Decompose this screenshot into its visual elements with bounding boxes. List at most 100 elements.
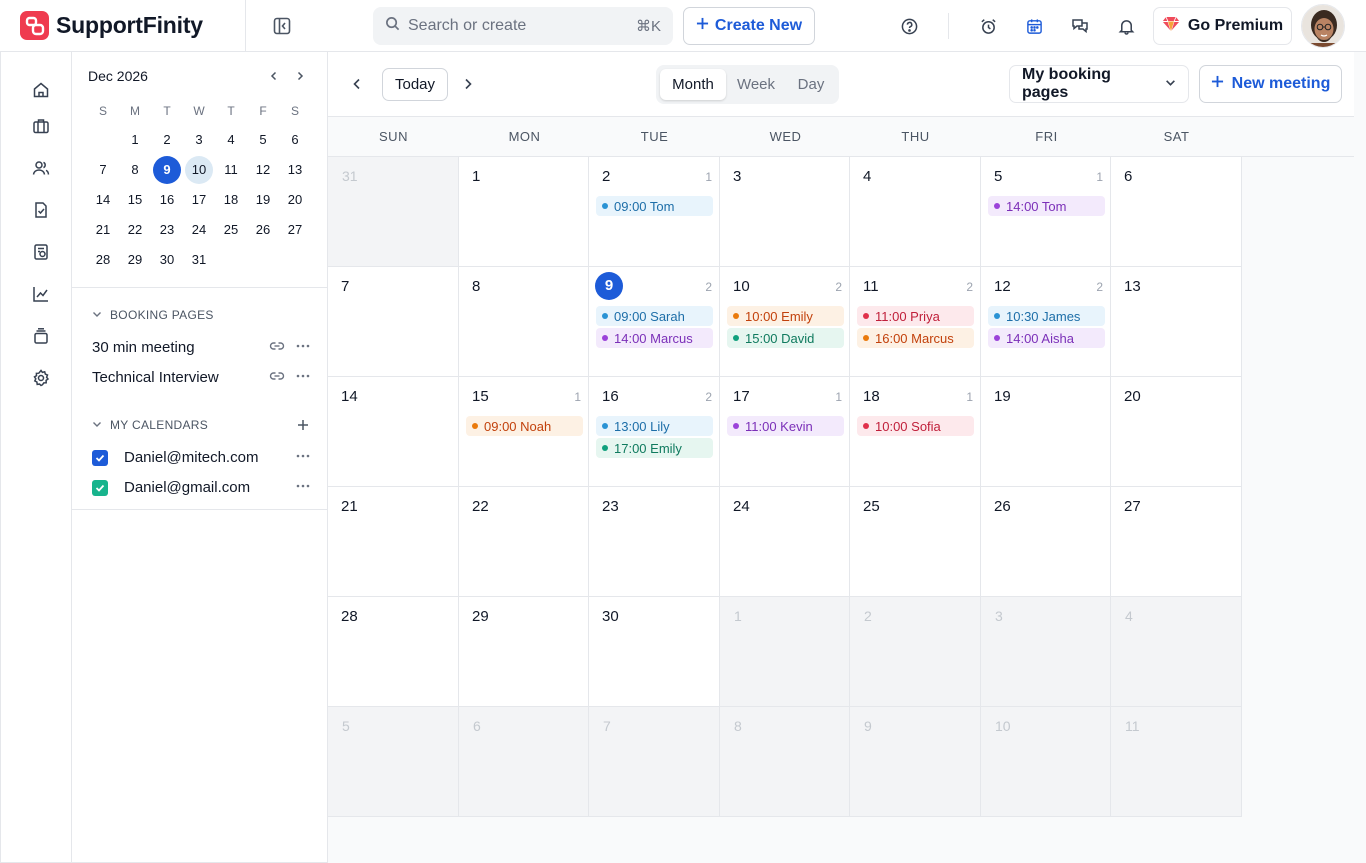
mini-calendar-day[interactable]: 4: [217, 126, 245, 154]
alarm-clock-icon[interactable]: [976, 14, 1000, 38]
more-icon[interactable]: [294, 367, 312, 385]
day-cell[interactable]: 9: [850, 707, 981, 817]
day-cell[interactable]: 22: [459, 487, 589, 597]
day-cell[interactable]: 13: [1111, 267, 1242, 377]
day-cell[interactable]: 11: [1111, 707, 1242, 817]
inbox-icon[interactable]: [30, 325, 52, 347]
booking-pages-dropdown[interactable]: My booking pages: [1009, 65, 1189, 103]
day-cell[interactable]: 23: [589, 487, 720, 597]
day-cell[interactable]: 1: [459, 157, 589, 267]
day-cell[interactable]: 26: [981, 487, 1111, 597]
event-chip[interactable]: 14:00 Aisha: [988, 328, 1105, 348]
report-icon[interactable]: [30, 241, 52, 263]
home-icon[interactable]: [30, 79, 52, 101]
more-icon[interactable]: [294, 477, 312, 495]
mini-calendar-day[interactable]: 18: [217, 186, 245, 214]
day-cell[interactable]: 29: [459, 597, 589, 707]
mini-calendar-day[interactable]: 27: [281, 216, 309, 244]
day-cell[interactable]: 10: [981, 707, 1111, 817]
view-week-tab[interactable]: Week: [726, 69, 786, 100]
today-button[interactable]: Today: [382, 68, 448, 101]
mini-calendar-day[interactable]: 6: [281, 126, 309, 154]
event-chip[interactable]: 17:00 Emily: [596, 438, 713, 458]
booking-pages-header[interactable]: BOOKING PAGES: [92, 308, 214, 322]
more-icon[interactable]: [294, 337, 312, 355]
event-chip[interactable]: 14:00 Tom: [988, 196, 1105, 216]
search-bar[interactable]: ⌘K: [373, 7, 673, 45]
day-cell[interactable]: 2: [850, 597, 981, 707]
mini-calendar-day[interactable]: 15: [121, 186, 149, 214]
day-cell[interactable]: 14: [328, 377, 459, 487]
mini-calendar-prev-icon[interactable]: [265, 67, 283, 85]
mini-calendar-day[interactable]: 31: [185, 246, 213, 274]
day-cell[interactable]: 28: [328, 597, 459, 707]
help-icon[interactable]: [897, 14, 921, 38]
calendar-checkbox[interactable]: [92, 449, 108, 466]
day-cell[interactable]: 30: [589, 597, 720, 707]
event-chip[interactable]: 11:00 Kevin: [727, 416, 844, 436]
day-cell[interactable]: 15 1 09:00 Noah: [459, 377, 589, 487]
mini-calendar-day[interactable]: 28: [89, 246, 117, 274]
next-month-icon[interactable]: [458, 74, 478, 94]
event-chip[interactable]: 10:00 Emily: [727, 306, 844, 326]
avatar[interactable]: [1301, 4, 1345, 48]
mini-calendar-day[interactable]: 29: [121, 246, 149, 274]
mini-calendar-day[interactable]: 16: [153, 186, 181, 214]
event-chip[interactable]: 11:00 Priya: [857, 306, 974, 326]
mini-calendar-day[interactable]: 3: [185, 126, 213, 154]
event-chip[interactable]: 16:00 Marcus: [857, 328, 974, 348]
event-chip[interactable]: 10:00 Sofia: [857, 416, 974, 436]
mini-calendar-day[interactable]: 7: [89, 156, 117, 184]
link-icon[interactable]: [268, 367, 286, 385]
mini-calendar-day[interactable]: 20: [281, 186, 309, 214]
day-cell[interactable]: 6: [1111, 157, 1242, 267]
bell-icon[interactable]: [1114, 14, 1138, 38]
day-cell[interactable]: 4: [1111, 597, 1242, 707]
mini-calendar-day[interactable]: 11: [217, 156, 245, 184]
day-cell[interactable]: 11 2 11:00 Priya 16:00 Marcus: [850, 267, 981, 377]
mini-calendar-day[interactable]: 24: [185, 216, 213, 244]
day-cell[interactable]: 9 2 09:00 Sarah 14:00 Marcus: [589, 267, 720, 377]
document-icon[interactable]: [30, 199, 52, 221]
day-cell[interactable]: 2 1 09:00 Tom: [589, 157, 720, 267]
day-cell[interactable]: 24: [720, 487, 850, 597]
day-cell[interactable]: 10 2 10:00 Emily 15:00 David: [720, 267, 850, 377]
briefcase-icon[interactable]: [30, 115, 52, 137]
mini-calendar-day[interactable]: 25: [217, 216, 245, 244]
mini-calendar-day[interactable]: 23: [153, 216, 181, 244]
day-cell[interactable]: 4: [850, 157, 981, 267]
settings-icon[interactable]: [30, 367, 52, 389]
previous-month-icon[interactable]: [347, 74, 367, 94]
day-cell[interactable]: 6: [459, 707, 589, 817]
day-cell[interactable]: 20: [1111, 377, 1242, 487]
event-chip[interactable]: 10:30 James: [988, 306, 1105, 326]
mini-calendar-day[interactable]: 2: [153, 126, 181, 154]
event-chip[interactable]: 14:00 Marcus: [596, 328, 713, 348]
create-new-button[interactable]: Create New: [683, 7, 815, 45]
mini-calendar-day[interactable]: 17: [185, 186, 213, 214]
day-cell[interactable]: 7: [589, 707, 720, 817]
view-month-tab[interactable]: Month: [660, 69, 726, 100]
mini-calendar-day[interactable]: 26: [249, 216, 277, 244]
logo[interactable]: SupportFinity: [20, 11, 203, 40]
calendar-item[interactable]: Daniel@gmail.com: [92, 479, 250, 496]
booking-page-item[interactable]: 30 min meeting: [92, 339, 195, 356]
day-cell[interactable]: 19: [981, 377, 1111, 487]
mini-calendar-day[interactable]: 10: [185, 156, 213, 184]
calendar-icon[interactable]: [1022, 14, 1046, 38]
day-cell[interactable]: 3: [720, 157, 850, 267]
chat-icon[interactable]: [1068, 14, 1092, 38]
sidebar-collapse-icon[interactable]: [270, 14, 294, 38]
day-cell[interactable]: 27: [1111, 487, 1242, 597]
event-chip[interactable]: 13:00 Lily: [596, 416, 713, 436]
mini-calendar-day[interactable]: 22: [121, 216, 149, 244]
day-cell[interactable]: 31: [328, 157, 459, 267]
mini-calendar-day[interactable]: 1: [121, 126, 149, 154]
mini-calendar-next-icon[interactable]: [291, 67, 309, 85]
mini-calendar-day[interactable]: 13: [281, 156, 309, 184]
mini-calendar-day[interactable]: 21: [89, 216, 117, 244]
add-calendar-icon[interactable]: [294, 416, 312, 434]
mini-calendar-day[interactable]: 8: [121, 156, 149, 184]
mini-calendar-day[interactable]: 5: [249, 126, 277, 154]
users-icon[interactable]: [30, 157, 52, 179]
